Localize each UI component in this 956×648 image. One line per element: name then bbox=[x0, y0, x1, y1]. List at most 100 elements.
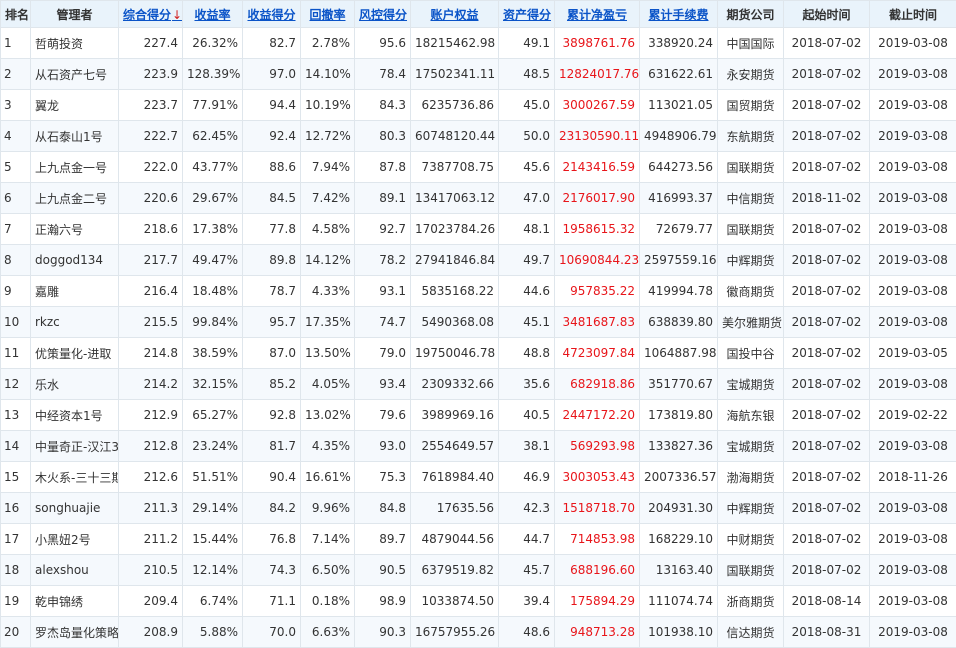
cell-rank: 19 bbox=[1, 586, 31, 617]
table-row: 20罗杰岛量化策略208.95.88%70.06.63%90.316757955… bbox=[1, 617, 956, 648]
cell-start: 2018-07-02 bbox=[784, 462, 870, 493]
cell-fees: 168229.10 bbox=[640, 524, 718, 555]
cell-manager: 正瀚六号 bbox=[31, 214, 119, 245]
cell-drawdown: 6.50% bbox=[301, 555, 355, 586]
cell-manager: doggod134 bbox=[31, 245, 119, 276]
cell-return: 32.15% bbox=[183, 369, 243, 400]
table-row: 12乐水214.232.15%85.24.05%93.42309332.6635… bbox=[1, 369, 956, 400]
column-header-label: 起始时间 bbox=[802, 8, 850, 22]
cell-broker: 中财期货 bbox=[718, 524, 784, 555]
cell-return-score: 71.1 bbox=[243, 586, 301, 617]
cell-start: 2018-07-02 bbox=[784, 555, 870, 586]
cell-broker: 信达期货 bbox=[718, 617, 784, 648]
cell-return-score: 88.6 bbox=[243, 152, 301, 183]
column-header-fees[interactable]: 累计手续费 bbox=[640, 1, 718, 28]
cell-return: 77.91% bbox=[183, 90, 243, 121]
cell-return-score: 97.0 bbox=[243, 59, 301, 90]
cell-fees: 101938.10 bbox=[640, 617, 718, 648]
table-row: 11优策量化-进取214.838.59%87.013.50%79.0197500… bbox=[1, 338, 956, 369]
cell-asset-score: 48.1 bbox=[499, 214, 555, 245]
cell-return-score: 82.7 bbox=[243, 28, 301, 59]
cell-broker: 永安期货 bbox=[718, 59, 784, 90]
column-header-risk_score[interactable]: 风控得分 bbox=[355, 1, 411, 28]
table-row: 16songhuajie211.329.14%84.29.96%84.81763… bbox=[1, 493, 956, 524]
cell-net-pnl: 1518718.70 bbox=[555, 493, 640, 524]
column-header-label: 回撤率 bbox=[309, 8, 345, 22]
table-row: 19乾申锦绣209.46.74%71.10.18%98.91033874.503… bbox=[1, 586, 956, 617]
cell-drawdown: 16.61% bbox=[301, 462, 355, 493]
column-header-drawdown[interactable]: 回撤率 bbox=[301, 1, 355, 28]
column-header-equity[interactable]: 账户权益 bbox=[411, 1, 499, 28]
cell-manager: 木火系-三十三期 bbox=[31, 462, 119, 493]
cell-equity: 17635.56 bbox=[411, 493, 499, 524]
cell-return-score: 84.2 bbox=[243, 493, 301, 524]
cell-score: 211.3 bbox=[119, 493, 183, 524]
column-header-rank: 排名 bbox=[1, 1, 31, 28]
cell-return-score: 90.4 bbox=[243, 462, 301, 493]
cell-return: 51.51% bbox=[183, 462, 243, 493]
cell-net-pnl: 23130590.11 bbox=[555, 121, 640, 152]
cell-manager: 从石泰山1号 bbox=[31, 121, 119, 152]
cell-score: 215.5 bbox=[119, 307, 183, 338]
cell-asset-score: 40.5 bbox=[499, 400, 555, 431]
cell-end: 2019-03-08 bbox=[870, 493, 956, 524]
cell-score: 217.7 bbox=[119, 245, 183, 276]
cell-broker: 国联期货 bbox=[718, 152, 784, 183]
cell-manager: 乐水 bbox=[31, 369, 119, 400]
cell-broker: 中信期货 bbox=[718, 183, 784, 214]
cell-score: 227.4 bbox=[119, 28, 183, 59]
cell-broker: 中辉期货 bbox=[718, 245, 784, 276]
cell-equity: 27941846.84 bbox=[411, 245, 499, 276]
cell-equity: 19750046.78 bbox=[411, 338, 499, 369]
cell-equity: 13417063.12 bbox=[411, 183, 499, 214]
column-header-score[interactable]: 综合得分↓ bbox=[119, 1, 183, 28]
column-header-label: 收益得分 bbox=[247, 8, 295, 22]
column-header-label: 管理者 bbox=[56, 8, 92, 22]
cell-return: 49.47% bbox=[183, 245, 243, 276]
cell-drawdown: 13.50% bbox=[301, 338, 355, 369]
cell-asset-score: 44.7 bbox=[499, 524, 555, 555]
cell-end: 2019-03-08 bbox=[870, 555, 956, 586]
cell-score: 208.9 bbox=[119, 617, 183, 648]
cell-net-pnl: 4723097.84 bbox=[555, 338, 640, 369]
cell-drawdown: 4.58% bbox=[301, 214, 355, 245]
cell-asset-score: 48.8 bbox=[499, 338, 555, 369]
table-row: 2从石资产七号223.9128.39%97.014.10%78.41750234… bbox=[1, 59, 956, 90]
cell-start: 2018-07-02 bbox=[784, 400, 870, 431]
cell-return-score: 74.3 bbox=[243, 555, 301, 586]
column-header-return[interactable]: 收益率 bbox=[183, 1, 243, 28]
cell-manager: 优策量化-进取 bbox=[31, 338, 119, 369]
cell-score: 210.5 bbox=[119, 555, 183, 586]
cell-drawdown: 6.63% bbox=[301, 617, 355, 648]
cell-drawdown: 4.35% bbox=[301, 431, 355, 462]
sort-descending-icon[interactable]: ↓ bbox=[172, 8, 182, 22]
cell-equity: 5490368.08 bbox=[411, 307, 499, 338]
cell-net-pnl: 10690844.23 bbox=[555, 245, 640, 276]
cell-broker: 国投中谷 bbox=[718, 338, 784, 369]
cell-end: 2019-03-08 bbox=[870, 245, 956, 276]
column-header-end: 截止时间 bbox=[870, 1, 956, 28]
cell-equity: 1033874.50 bbox=[411, 586, 499, 617]
cell-end: 2019-03-08 bbox=[870, 28, 956, 59]
cell-return: 128.39% bbox=[183, 59, 243, 90]
column-header-return_score[interactable]: 收益得分 bbox=[243, 1, 301, 28]
cell-end: 2019-03-08 bbox=[870, 59, 956, 90]
table-row: 17小黑妞2号211.215.44%76.87.14%89.74879044.5… bbox=[1, 524, 956, 555]
column-header-net_pnl[interactable]: 累计净盈亏 bbox=[555, 1, 640, 28]
cell-score: 223.7 bbox=[119, 90, 183, 121]
cell-broker: 徽商期货 bbox=[718, 276, 784, 307]
column-header-broker: 期货公司 bbox=[718, 1, 784, 28]
cell-return: 23.24% bbox=[183, 431, 243, 462]
cell-return-score: 78.7 bbox=[243, 276, 301, 307]
cell-equity: 2309332.66 bbox=[411, 369, 499, 400]
cell-rank: 13 bbox=[1, 400, 31, 431]
cell-equity: 18215462.98 bbox=[411, 28, 499, 59]
cell-start: 2018-07-02 bbox=[784, 307, 870, 338]
cell-return-score: 84.5 bbox=[243, 183, 301, 214]
cell-broker: 美尔雅期货 bbox=[718, 307, 784, 338]
column-header-label: 账户权益 bbox=[430, 8, 478, 22]
cell-return: 62.45% bbox=[183, 121, 243, 152]
table-row: 9嘉雕216.418.48%78.74.33%93.15835168.2244.… bbox=[1, 276, 956, 307]
column-header-asset_score[interactable]: 资产得分 bbox=[499, 1, 555, 28]
cell-rank: 9 bbox=[1, 276, 31, 307]
